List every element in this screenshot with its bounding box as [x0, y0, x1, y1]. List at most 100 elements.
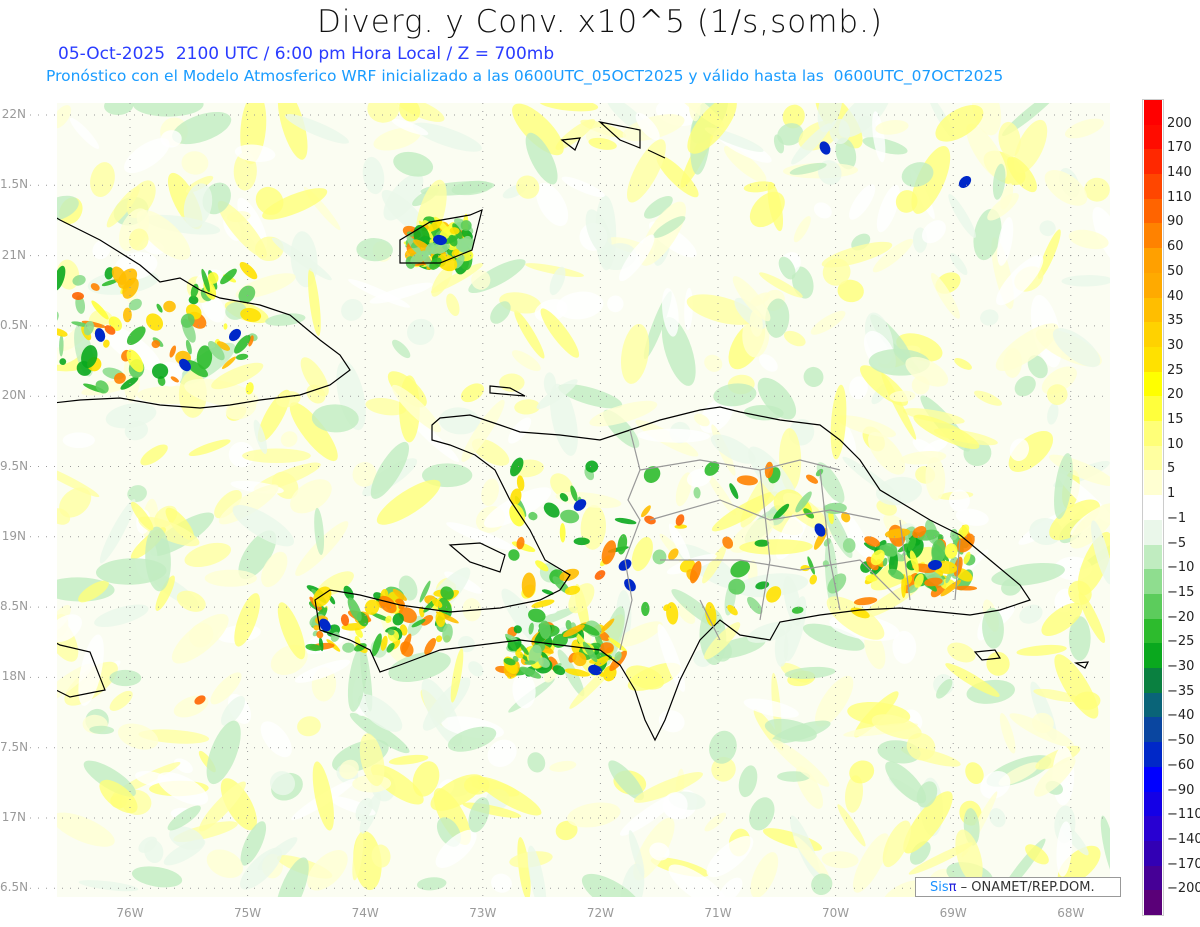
lat-label: 8.5N: [0, 599, 29, 614]
colorbar-label: −60: [1167, 757, 1195, 773]
colorbar-label: −5: [1167, 535, 1187, 551]
colorbar-label: 30: [1167, 337, 1184, 353]
colorbar-segment: [1144, 371, 1162, 397]
field-cell: [31, 317, 50, 342]
colorbar-segment: [1144, 618, 1162, 644]
colorbar-segment: [1144, 840, 1162, 867]
field-cell: [62, 432, 95, 449]
colorbar-label: 200: [1167, 115, 1192, 131]
divergence-map: [30, 103, 1110, 903]
credit-org: – ONAMET/REP.DOM.: [956, 880, 1095, 895]
colorbar-segment: [1144, 272, 1162, 299]
lat-label: 7.5N: [0, 739, 29, 754]
colorbar-label: −200: [1167, 881, 1200, 897]
lon-label: 70W: [822, 906, 850, 920]
colorbar-segment: [1144, 248, 1162, 274]
lat-label: 18N: [1, 669, 26, 684]
colorbar-label: 140: [1167, 165, 1192, 181]
colorbar-segment: [1144, 890, 1162, 916]
lon-label: 76W: [116, 906, 144, 920]
colorbar-label: 60: [1167, 239, 1184, 255]
colorbar-segment: [1144, 124, 1162, 150]
colorbar-label: 5: [1167, 461, 1176, 477]
colorbar-segment: [1144, 174, 1162, 200]
lon-label: 69W: [939, 906, 967, 920]
colorbar-label: 50: [1167, 263, 1184, 279]
lat-label: 19N: [1, 528, 26, 543]
credit-box: Sisπ – ONAMET/REP.DOM.: [915, 877, 1121, 897]
lat-label: 22N: [1, 107, 26, 121]
colorbar-label: 40: [1167, 288, 1184, 304]
colorbar-label: 90: [1167, 214, 1184, 230]
field-cell: [38, 318, 50, 339]
field-cell: [132, 103, 204, 117]
colorbar-segment: [1144, 593, 1162, 620]
lon-label: 72W: [586, 906, 614, 920]
colorbar-segment: [1144, 198, 1162, 224]
colorbar-segment: [1144, 643, 1162, 669]
colorbar-label: −140: [1167, 831, 1200, 847]
colorbar-label: 20: [1167, 387, 1184, 403]
colorbar-segment: [1144, 100, 1162, 126]
colorbar-segment: [1144, 396, 1162, 422]
lat-label: 0.5N: [0, 317, 29, 332]
colorbar-label: −10: [1167, 560, 1195, 576]
colorbar-label: −20: [1167, 609, 1195, 625]
colorbar-segment: [1144, 742, 1162, 768]
field-cell: [367, 103, 400, 123]
colorbar-label: 25: [1167, 362, 1184, 378]
colorbar-label: −50: [1167, 733, 1195, 749]
colorbar-segment: [1144, 519, 1162, 546]
field-cell: [242, 448, 311, 464]
colorbar-segment: [1144, 865, 1162, 891]
colorbar-label: −30: [1167, 659, 1195, 675]
colorbar-segment: [1144, 791, 1162, 817]
lon-label: 73W: [469, 906, 497, 920]
field-cell: [42, 316, 58, 333]
colorbar-segment: [1144, 766, 1162, 792]
colorbar-segment: [1144, 668, 1162, 694]
colorbar-segment: [1144, 717, 1162, 743]
colorbar-label: −35: [1167, 683, 1195, 699]
lon-label: 74W: [351, 906, 379, 920]
colorbar-label: −90: [1167, 782, 1195, 798]
colorbar-segment: [1144, 470, 1162, 496]
colorbar-label: 35: [1167, 313, 1184, 329]
field-cell: [109, 669, 142, 687]
colorbar-label: −25: [1167, 634, 1195, 650]
credit-sis: Sis: [930, 880, 949, 895]
colorbar-segment: [1144, 495, 1162, 521]
lat-label: 6.5N: [0, 880, 29, 895]
colorbar-label: 1: [1167, 486, 1176, 502]
colorbar-label: −1: [1167, 510, 1187, 526]
colorbar-segment: [1144, 445, 1162, 471]
colorbar-label: −170: [1167, 856, 1200, 872]
colorbar-label: −40: [1167, 708, 1195, 724]
colorbar-label: 10: [1167, 436, 1184, 452]
lon-label: 75W: [234, 906, 262, 920]
colorbar-segment: [1144, 297, 1162, 323]
colorbar-label: 15: [1167, 412, 1184, 428]
lat-label: 1.5N: [0, 177, 29, 192]
field-cell: [40, 274, 53, 284]
lon-label: 71W: [704, 906, 732, 920]
colorbar-label: −110: [1167, 807, 1200, 823]
colorbar-segment: [1144, 544, 1162, 570]
field-cell: [39, 264, 56, 277]
colorbar-segment: [1144, 346, 1162, 373]
field-cell: [573, 537, 590, 546]
colorbar-segment: [1144, 816, 1162, 842]
colorbar-segment: [1144, 322, 1162, 348]
colorbar-segment: [1144, 569, 1162, 595]
colorbar-segment: [1144, 223, 1162, 249]
colorbar-segment: [1144, 149, 1162, 175]
colorbar-label: 170: [1167, 140, 1192, 156]
colorbar-segment: [1144, 692, 1162, 718]
lat-label: 17N: [1, 810, 26, 824]
colorbar-label: 110: [1167, 189, 1192, 205]
field-cell: [641, 601, 650, 617]
lon-label: 68W: [1057, 906, 1085, 920]
field-cell: [204, 569, 257, 587]
colorbar-label: −15: [1167, 584, 1195, 600]
colorbar-segment: [1144, 421, 1162, 447]
